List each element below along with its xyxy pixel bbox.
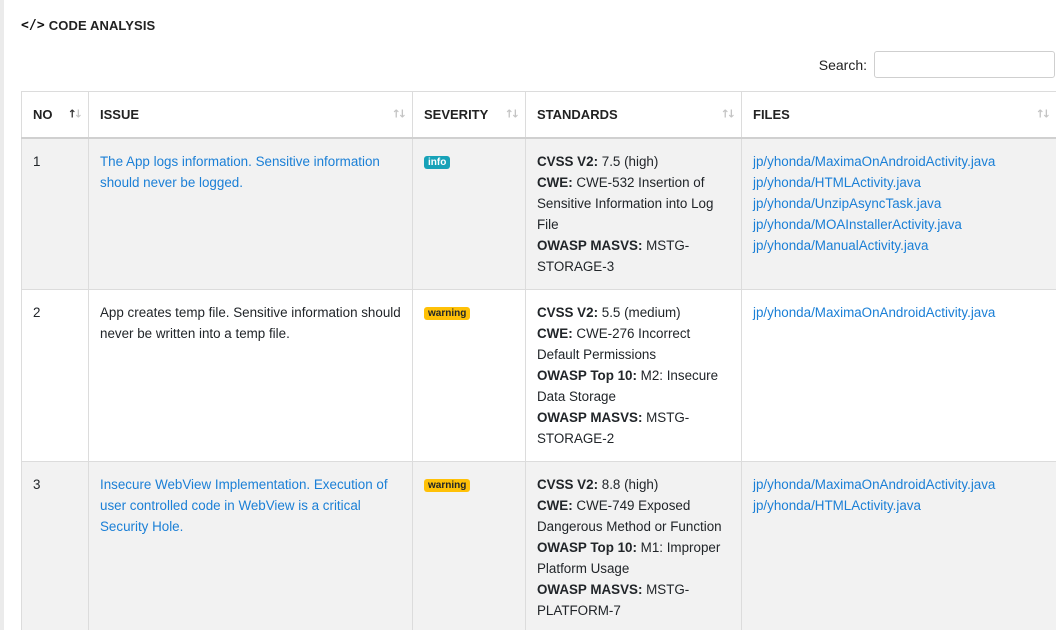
cell-no: 1 [21,137,89,290]
cell-standards: CVSS V2: 7.5 (high) CWE: CWE-532 Inserti… [525,137,742,290]
severity-badge: warning [424,478,471,492]
standard-item: CVSS V2: 5.5 (medium) [537,304,681,320]
severity-badge: info [424,155,451,169]
standard-item: OWASP MASVS: MSTG-STORAGE-2 [537,409,690,446]
standard-item: CVSS V2: 7.5 (high) [537,153,659,169]
sort-ascending-icon: ↑↓ [67,107,84,121]
cell-issue: App creates temp file. Sensitive informa… [88,288,413,462]
section-title-text: CODE ANALYSIS [48,17,156,33]
code-icon: </> [21,17,45,33]
issue-text: App creates temp file. Sensitive informa… [100,304,401,341]
table-header-row: NO ↑↓ ISSUE ↑↓ SEVERITY ↑↓ STANDARDS ↑↓ … [21,91,1056,139]
file-link[interactable]: jp/yhonda/HTMLActivity.java [753,172,1045,193]
standard-item: OWASP Top 10: M1: Improper Platform Usag… [537,539,721,576]
file-link[interactable]: jp/yhonda/MaximaOnAndroidActivity.java [753,302,1045,323]
cell-no: 2 [21,288,89,462]
file-link[interactable]: jp/yhonda/UnzipAsyncTask.java [753,193,1045,214]
column-header-standards[interactable]: STANDARDS ↑↓ [525,91,742,139]
search-box: Search: [819,51,1055,78]
sort-icon: ↑↓ [391,107,408,121]
file-link[interactable]: jp/yhonda/HTMLActivity.java [753,495,1045,516]
sort-icon: ↑↓ [504,107,521,121]
cell-standards: CVSS V2: 5.5 (medium) CWE: CWE-276 Incor… [525,288,742,462]
page-left-border [0,0,4,630]
code-analysis-table: NO ↑↓ ISSUE ↑↓ SEVERITY ↑↓ STANDARDS ↑↓ … [21,91,1056,630]
file-link[interactable]: jp/yhonda/MaximaOnAndroidActivity.java [753,474,1045,495]
sort-icon: ↑↓ [1035,107,1052,121]
standard-item: OWASP MASVS: MSTG-PLATFORM-7 [537,581,690,618]
standard-item: CWE: CWE-276 Incorrect Default Permissio… [537,325,691,362]
issue-link[interactable]: Insecure WebView Implementation. Executi… [100,477,388,534]
column-header-severity[interactable]: SEVERITY ↑↓ [412,91,526,139]
standard-item: OWASP MASVS: MSTG-STORAGE-3 [537,237,690,274]
search-input[interactable] [874,51,1055,78]
cell-standards: CVSS V2: 8.8 (high) CWE: CWE-749 Exposed… [525,460,742,630]
table-row: 3 Insecure WebView Implementation. Execu… [21,460,1056,630]
sort-icon: ↑↓ [720,107,737,121]
table-row: 2 App creates temp file. Sensitive infor… [21,288,1056,462]
issue-link[interactable]: The App logs information. Sensitive info… [100,154,380,190]
search-label: Search: [818,56,867,73]
standard-item: OWASP Top 10: M2: Insecure Data Storage [537,367,719,404]
column-header-issue[interactable]: ISSUE ↑↓ [88,91,413,139]
table-row: 1 The App logs information. Sensitive in… [21,137,1056,290]
section-title: </> CODE ANALYSIS [21,16,155,34]
standard-item: CWE: CWE-749 Exposed Dangerous Method or… [537,497,722,534]
cell-severity: warning [412,288,526,462]
cell-files: jp/yhonda/MaximaOnAndroidActivity.java j… [741,137,1056,290]
file-link[interactable]: jp/yhonda/MOAInstallerActivity.java [753,214,1045,235]
cell-issue: Insecure WebView Implementation. Executi… [88,460,413,630]
file-link[interactable]: jp/yhonda/MaximaOnAndroidActivity.java [753,151,1045,172]
cell-no: 3 [21,460,89,630]
standard-item: CVSS V2: 8.8 (high) [537,476,659,492]
cell-issue: The App logs information. Sensitive info… [88,137,413,290]
column-header-no[interactable]: NO ↑↓ [21,91,89,139]
column-header-files[interactable]: FILES ↑↓ [741,91,1056,139]
cell-severity: info [412,137,526,290]
standard-item: CWE: CWE-532 Insertion of Sensitive Info… [537,174,714,232]
severity-badge: warning [424,306,471,320]
cell-files: jp/yhonda/MaximaOnAndroidActivity.java [741,288,1056,462]
cell-files: jp/yhonda/MaximaOnAndroidActivity.java j… [741,460,1056,630]
cell-severity: warning [412,460,526,630]
file-link[interactable]: jp/yhonda/ManualActivity.java [753,235,1045,256]
